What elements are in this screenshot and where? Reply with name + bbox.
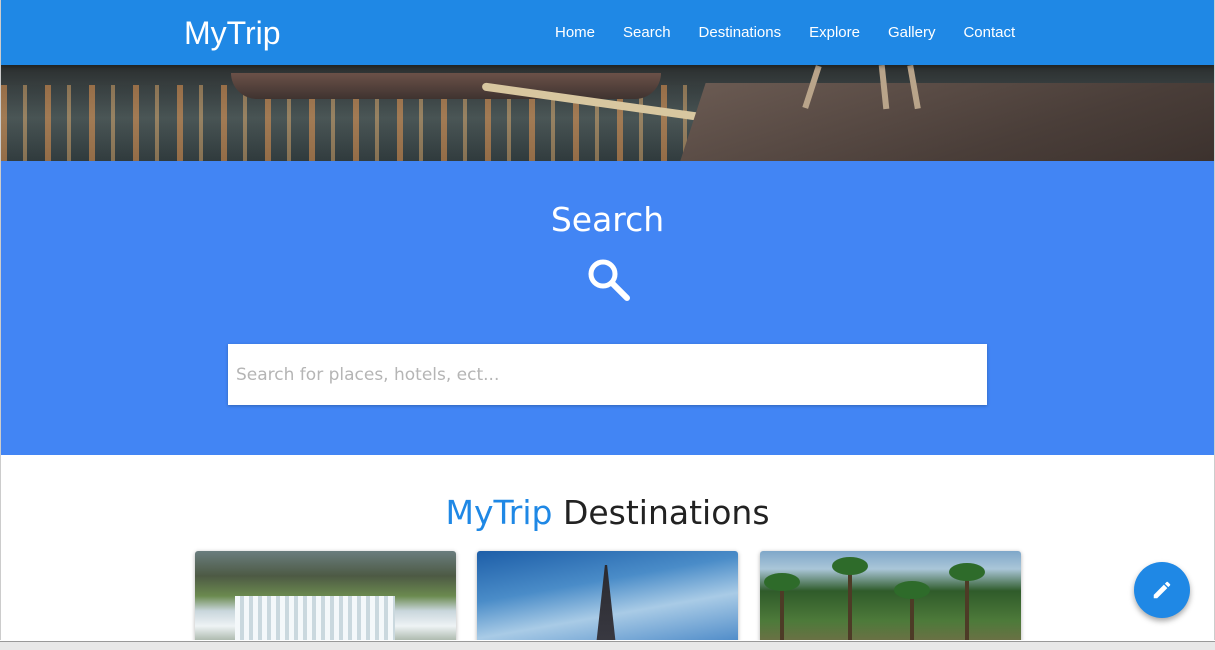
palm-frond <box>949 563 985 581</box>
navbar: MyTrip Home Search Destinations Explore … <box>1 0 1214 65</box>
palm-frond <box>832 557 868 575</box>
destination-card-paris[interactable] <box>477 551 738 640</box>
edit-fab-button[interactable] <box>1134 562 1190 618</box>
waterfall-photo <box>235 596 395 640</box>
nav-home[interactable]: Home <box>541 24 609 41</box>
destination-card-waterfall[interactable] <box>195 551 456 640</box>
palm-trunk <box>965 571 969 640</box>
palm-frond <box>764 573 800 591</box>
nav-search[interactable]: Search <box>609 24 685 41</box>
hero-deck <box>676 83 1214 161</box>
destinations-title: MyTrip Destinations <box>1 493 1214 532</box>
search-input[interactable] <box>228 344 987 405</box>
nav-gallery[interactable]: Gallery <box>874 24 950 41</box>
destinations-title-rest: Destinations <box>552 493 770 532</box>
palm-trunk <box>848 565 852 640</box>
hero-image <box>1 65 1214 161</box>
destination-card-tropical[interactable] <box>760 551 1021 640</box>
page: MyTrip Home Search Destinations Explore … <box>0 0 1215 640</box>
destinations-title-accent: MyTrip <box>445 493 553 532</box>
nav-destinations[interactable]: Destinations <box>685 24 796 41</box>
search-section: Search <box>1 161 1214 455</box>
nav-explore[interactable]: Explore <box>795 24 874 41</box>
brand-logo[interactable]: MyTrip <box>184 15 281 52</box>
search-title: Search <box>550 200 665 239</box>
nav-contact[interactable]: Contact <box>949 24 1029 41</box>
hero-ledge <box>231 73 661 99</box>
nav-links: Home Search Destinations Explore Gallery… <box>541 0 1029 65</box>
pencil-icon <box>1153 581 1171 599</box>
palm-frond <box>894 581 930 599</box>
search-icon <box>588 259 630 301</box>
eiffel-tower-photo <box>595 565 617 640</box>
